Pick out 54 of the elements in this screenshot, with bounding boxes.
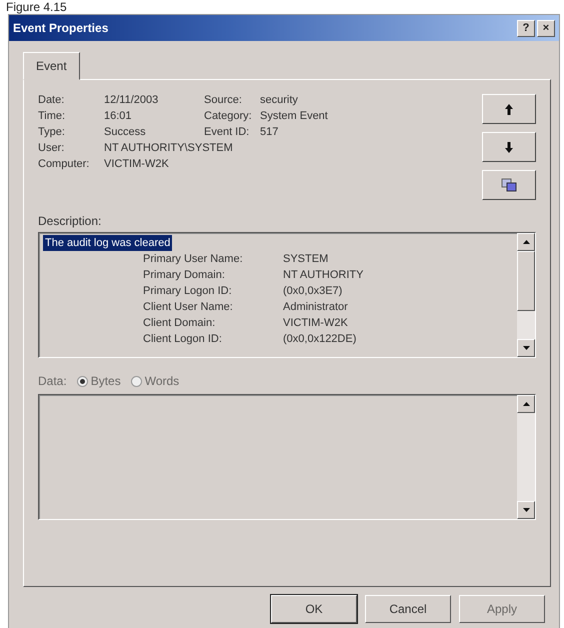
scrollbar-thumb[interactable]	[517, 251, 535, 311]
down-triangle-icon	[522, 346, 530, 350]
description-text: Client Logon ID:	[143, 332, 223, 347]
description-text: Primary User Name:	[143, 252, 244, 267]
description-text: The audit log was cleared	[43, 235, 172, 251]
previous-button[interactable]	[482, 94, 536, 124]
description-label: Description:	[38, 214, 102, 228]
next-button[interactable]	[482, 132, 536, 162]
field-value: 16:01	[104, 110, 133, 122]
field-value: System Event	[260, 110, 328, 122]
field-value: NT AUTHORITY\SYSTEM	[104, 142, 234, 154]
field-value: security	[260, 94, 299, 106]
description-text: SYSTEM	[283, 252, 330, 267]
field-label: Type:	[38, 126, 66, 138]
help-button[interactable]: ?	[517, 20, 535, 36]
description-text: Client User Name:	[143, 300, 234, 315]
field-value: 12/11/2003	[104, 94, 160, 106]
description-text: VICTIM-W2K	[283, 316, 349, 331]
field-value: VICTIM-W2K	[104, 158, 170, 170]
description-text: NT AUTHORITY	[283, 268, 364, 283]
ok-button[interactable]: OK	[271, 595, 357, 623]
description-text: Administrator	[283, 300, 349, 315]
field-label: Computer:	[38, 158, 90, 170]
tab[interactable]: Event	[23, 52, 80, 80]
field-label: Date:	[38, 94, 66, 106]
description-text: Client Domain:	[143, 316, 216, 331]
description-text: Primary Domain:	[143, 268, 226, 283]
window-title: Event Properties	[13, 21, 110, 35]
scroll-up-button[interactable]	[517, 233, 535, 251]
figure-caption: Figure 4.15	[5, 0, 67, 14]
description-box[interactable]: The audit log was cleared Primary User Name: SYSTEM Primary Domain: NT AUTHORITY Primary Logon ID: (0x0,0x3E7) Client User Name: Administrator Client Domain: VICTIM-W2K Client Logon ID: (0x0,0x122DE)	[38, 232, 536, 358]
description-text: (0x0,0x3E7)	[283, 284, 344, 299]
scroll-down-button[interactable]	[517, 339, 535, 357]
up-triangle-icon	[522, 402, 530, 406]
field-value: 517	[260, 126, 280, 138]
field-value: Success	[104, 126, 147, 138]
field-label: Category:	[204, 110, 253, 122]
copy-icon	[501, 178, 517, 192]
field-label: Source:	[204, 94, 243, 106]
description-text: Primary Logon ID:	[143, 284, 233, 299]
cancel-button[interactable]: Cancel	[365, 595, 451, 623]
close-button[interactable]: ×	[537, 20, 555, 36]
up-triangle-icon	[522, 240, 530, 244]
field-label: Event ID:	[204, 126, 250, 138]
field-label: Time:	[38, 110, 66, 122]
down-arrow-icon	[505, 142, 513, 152]
description-text: (0x0,0x122DE)	[283, 332, 358, 347]
up-arrow-icon	[505, 104, 513, 114]
copy-button[interactable]	[482, 170, 536, 200]
scroll-up-button[interactable]	[517, 395, 535, 413]
down-triangle-icon	[522, 508, 530, 512]
data-label: Data:	[38, 374, 67, 388]
scroll-down-button[interactable]	[517, 501, 535, 519]
field-label: User:	[38, 142, 66, 154]
